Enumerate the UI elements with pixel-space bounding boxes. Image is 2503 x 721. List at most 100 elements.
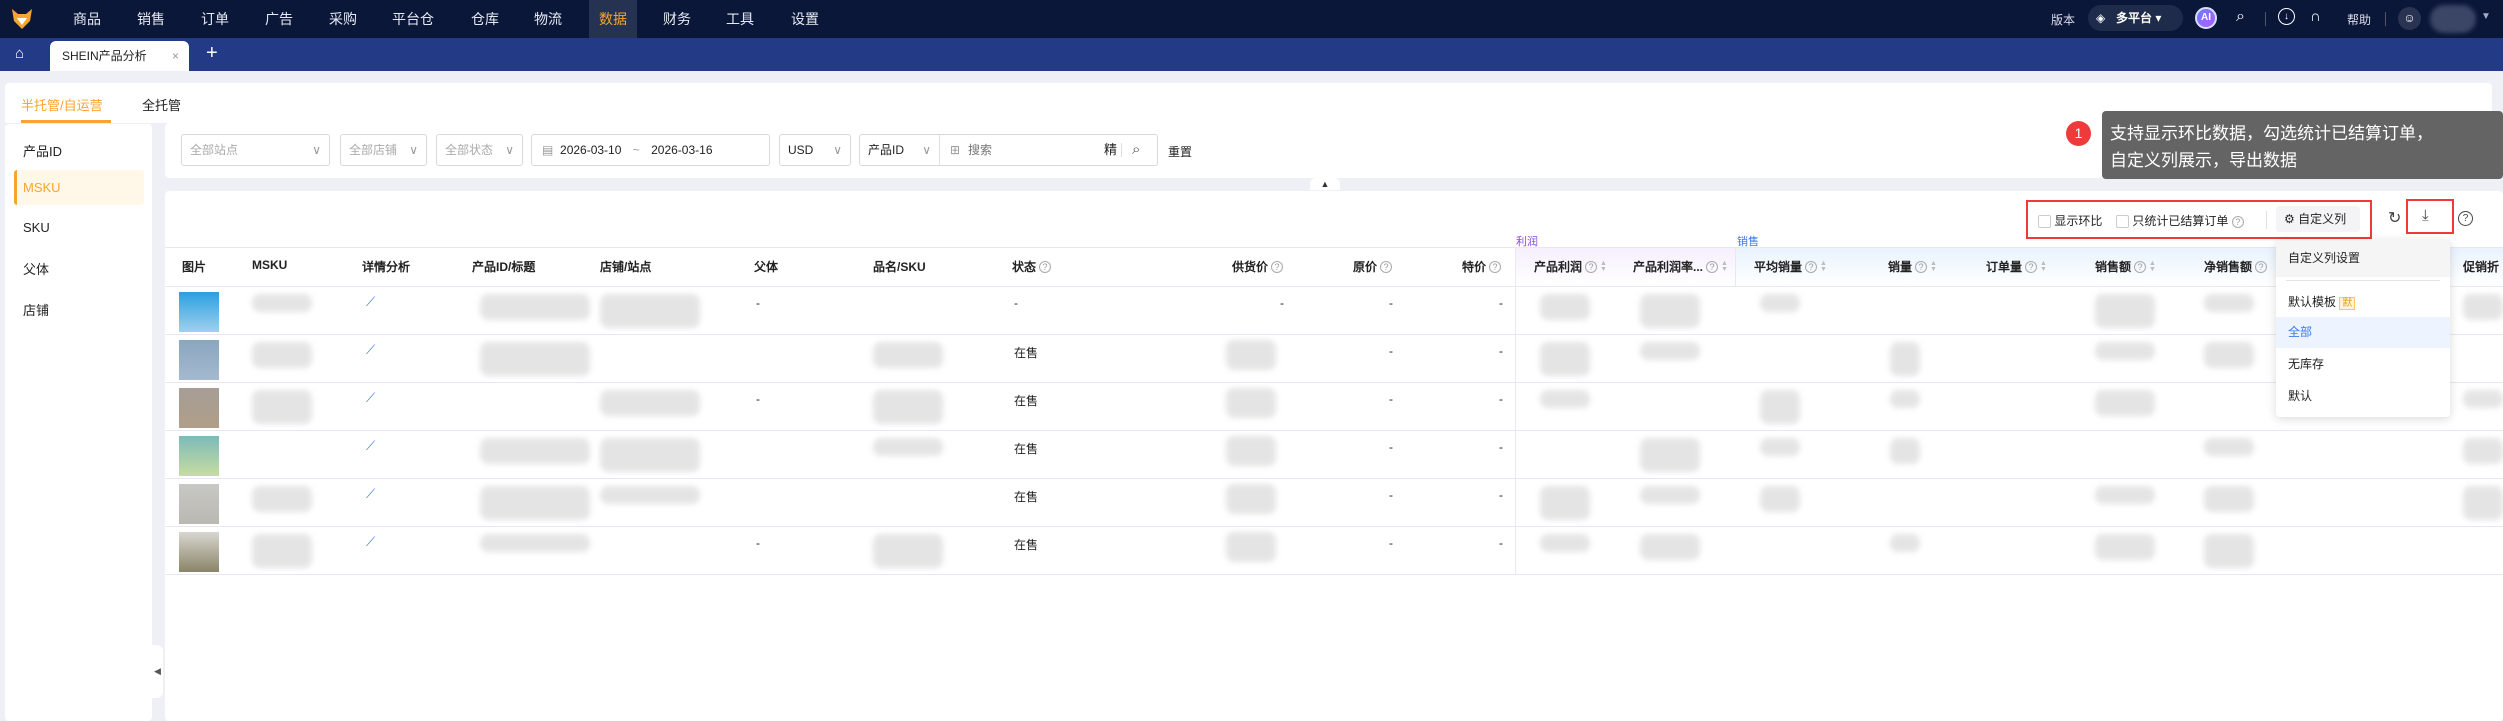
help-link[interactable]: 帮助 xyxy=(2347,11,2371,28)
nav-item[interactable]: 设置 xyxy=(781,0,829,38)
sidebar-collapse-handle[interactable]: ◀ xyxy=(152,645,163,698)
help-icon[interactable]: ? xyxy=(1039,260,1052,273)
trend-chart-icon[interactable]: ⟋ xyxy=(366,390,375,406)
home-icon[interactable]: ⌂ xyxy=(15,45,24,62)
dropdown-item-default-template[interactable]: 默认模板 默 xyxy=(2276,287,2450,318)
sidebar-item[interactable]: 产品ID xyxy=(23,141,62,160)
date-start[interactable]: 2026-03-10 xyxy=(560,143,621,157)
export-download-icon[interactable]: ⤓ xyxy=(2422,207,2429,224)
column-header[interactable]: 产品利润? ▲ ▼ xyxy=(1534,258,1607,275)
dropdown-title[interactable]: 自定义列设置 xyxy=(2276,240,2450,277)
help-icon[interactable]: ? xyxy=(1271,260,1284,273)
currency-select[interactable]: USD ∨ xyxy=(779,134,851,166)
nav-item[interactable]: 广告 xyxy=(255,0,303,38)
product-image[interactable] xyxy=(179,340,219,380)
status-select[interactable]: 全部状态 ∨ xyxy=(436,134,523,166)
search-type-select[interactable]: 产品ID ∨ xyxy=(860,135,940,165)
date-range-picker[interactable]: ▤ 2026-03-10 ~ 2026-03-16 xyxy=(531,134,770,166)
nav-item[interactable]: 采购 xyxy=(319,0,367,38)
help-icon[interactable]: ? xyxy=(1585,260,1598,273)
dropdown-item-no-stock[interactable]: 无库存 xyxy=(2276,349,2450,380)
column-header-label: 详情分析 xyxy=(362,260,411,274)
trend-chart-icon[interactable]: ⟋ xyxy=(366,486,375,502)
logo-icon[interactable] xyxy=(10,7,34,31)
store-select[interactable]: 全部店铺 ∨ xyxy=(340,134,427,166)
custom-columns-button[interactable]: ⚙ 自定义列 xyxy=(2276,206,2360,232)
nav-item[interactable]: 数据 xyxy=(589,0,637,38)
tab-shein-product-analysis[interactable]: SHEIN产品分析 × xyxy=(50,41,189,71)
nav-item[interactable]: 工具 xyxy=(716,0,764,38)
checkbox[interactable] xyxy=(2116,215,2129,229)
column-header[interactable]: 订单量? ▲ ▼ xyxy=(1986,258,2047,275)
add-tab-button[interactable]: + xyxy=(206,42,218,65)
column-header[interactable]: 平均销量? ▲ ▼ xyxy=(1754,258,1827,275)
help-icon[interactable]: ? xyxy=(1380,260,1393,273)
sort-icon[interactable]: ▲ ▼ xyxy=(1600,260,1607,273)
close-icon[interactable]: × xyxy=(172,41,179,71)
sidebar-item[interactable]: MSKU xyxy=(23,180,61,195)
avatar[interactable] xyxy=(2430,5,2476,33)
column-header-label: 平均销量 xyxy=(1754,260,1803,274)
sort-icon[interactable]: ▲ ▼ xyxy=(1721,260,1728,273)
sort-icon[interactable]: ▲ ▼ xyxy=(2040,260,2047,273)
help-icon[interactable]: ? xyxy=(1805,260,1818,273)
checkbox[interactable] xyxy=(2038,215,2051,229)
help-icon[interactable]: ? xyxy=(2231,216,2244,228)
help-icon[interactable]: ? xyxy=(1706,260,1719,273)
search-icon[interactable]: ⌕ xyxy=(1132,135,1140,165)
help-icon[interactable]: ? xyxy=(2255,260,2268,273)
platform-switcher[interactable]: ◈ 多平台 ▾ xyxy=(2088,5,2183,31)
download-icon[interactable]: ↓ xyxy=(2278,8,2295,25)
date-end[interactable]: 2026-03-16 xyxy=(651,143,712,157)
divider xyxy=(165,574,2503,575)
sidebar-item[interactable]: 店铺 xyxy=(23,300,49,319)
product-image[interactable] xyxy=(179,292,219,332)
refresh-icon[interactable]: ↻ xyxy=(2388,208,2401,228)
version-link[interactable]: 版本 xyxy=(2051,11,2075,28)
show-mom-checkbox[interactable]: 显示环比 xyxy=(2038,212,2102,229)
column-header[interactable]: 产品利润率...? ▲ ▼ xyxy=(1633,258,1728,275)
headset-icon[interactable]: ∩ xyxy=(2310,8,2321,25)
product-image[interactable] xyxy=(179,436,219,476)
nav-item[interactable]: 平台仓 xyxy=(382,0,444,38)
caret-down-icon[interactable]: ▼ xyxy=(2481,11,2491,22)
subtab-fully-managed[interactable]: 全托管 xyxy=(142,95,181,114)
exact-match-toggle[interactable]: 精 xyxy=(1104,135,1117,165)
trend-chart-icon[interactable]: ⟋ xyxy=(366,534,375,550)
subtab-semi-managed[interactable]: 半托管/自运营 xyxy=(21,95,103,114)
sort-icon[interactable]: ▲ ▼ xyxy=(1930,260,1937,273)
column-header[interactable]: 销售额? ▲ ▼ xyxy=(2095,258,2156,275)
nav-item[interactable]: 销售 xyxy=(127,0,175,38)
nav-item[interactable]: 财务 xyxy=(653,0,701,38)
settled-only-checkbox[interactable]: 只统计已结算订单 ? xyxy=(2116,212,2244,229)
help-icon[interactable]: ? xyxy=(1489,260,1502,273)
help-icon[interactable]: ? xyxy=(1915,260,1928,273)
ai-button[interactable]: AI xyxy=(2195,7,2217,29)
product-image[interactable] xyxy=(179,484,219,524)
dropdown-item-all[interactable]: 全部 xyxy=(2276,317,2450,348)
help-icon[interactable]: ? xyxy=(2025,260,2038,273)
product-image[interactable] xyxy=(179,388,219,428)
product-image[interactable] xyxy=(179,532,219,572)
nav-item[interactable]: 仓库 xyxy=(461,0,509,38)
site-select[interactable]: 全部站点 ∨ xyxy=(181,134,330,166)
nav-item[interactable]: 商品 xyxy=(63,0,111,38)
nav-item[interactable]: 订单 xyxy=(191,0,239,38)
dropdown-item-default[interactable]: 默认 xyxy=(2276,381,2450,412)
nav-item[interactable]: 物流 xyxy=(524,0,572,38)
search-icon[interactable]: ⌕ xyxy=(2236,8,2245,26)
reset-button[interactable]: 重置 xyxy=(1168,143,1192,160)
collapse-filter-toggle[interactable]: ▲ xyxy=(1310,178,1340,190)
trend-chart-icon[interactable]: ⟋ xyxy=(366,342,375,358)
sidebar-item[interactable]: 父体 xyxy=(23,259,49,278)
help-icon[interactable]: ? xyxy=(2458,211,2473,226)
sidebar-item[interactable]: SKU xyxy=(23,220,50,235)
trend-chart-icon[interactable]: ⟋ xyxy=(366,294,375,310)
sort-icon[interactable]: ▲ ▼ xyxy=(1820,260,1827,273)
user-icon[interactable]: ☺ xyxy=(2398,7,2421,30)
search-input[interactable] xyxy=(968,139,1098,161)
help-icon[interactable]: ? xyxy=(2134,260,2147,273)
column-header[interactable]: 销量? ▲ ▼ xyxy=(1888,258,1937,275)
trend-chart-icon[interactable]: ⟋ xyxy=(366,438,375,454)
sort-icon[interactable]: ▲ ▼ xyxy=(2149,260,2156,273)
